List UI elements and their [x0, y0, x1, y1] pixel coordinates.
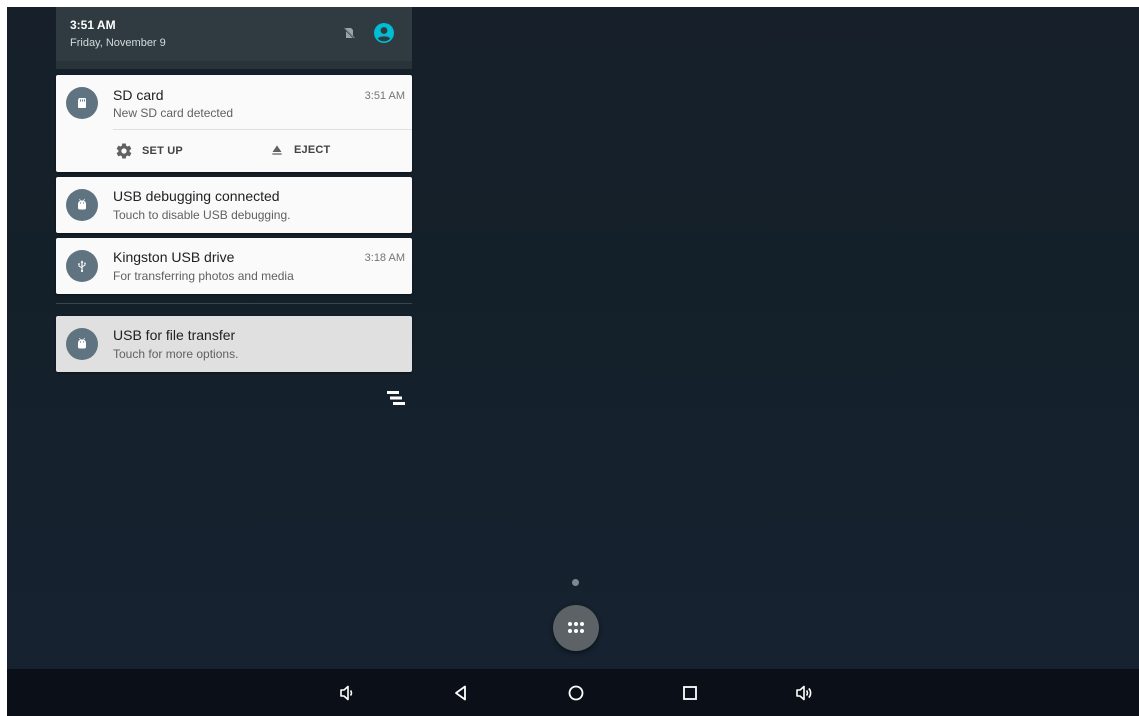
volume-up-icon[interactable] [792, 681, 816, 705]
notification-text: For transferring photos and media [113, 269, 294, 283]
gear-icon [116, 143, 132, 159]
header-date: Friday, November 9 [70, 37, 166, 49]
header-time: 3:51 AM [70, 18, 116, 32]
notification-title: USB for file transfer [113, 327, 236, 343]
notification-kingston-usb[interactable]: Kingston USB drive For transferring phot… [56, 238, 412, 294]
usb-icon [66, 250, 98, 282]
sd-card-icon [66, 87, 98, 119]
notification-title: SD card [113, 87, 164, 103]
setup-button[interactable]: SET UP [115, 142, 183, 160]
shade-section-divider [56, 303, 412, 304]
home-icon[interactable] [564, 681, 588, 705]
notification-usb-file-transfer[interactable]: USB for file transfer Touch for more opt… [56, 316, 412, 372]
notification-divider [113, 129, 412, 130]
no-sim-icon [343, 27, 355, 39]
all-apps-button[interactable] [553, 605, 599, 651]
notification-text: Touch for more options. [113, 347, 239, 361]
notification-title: Kingston USB drive [113, 249, 235, 265]
eject-icon [272, 145, 282, 155]
clear-all-icon[interactable] [385, 388, 407, 408]
notification-usb-debugging[interactable]: USB debugging connected Touch to disable… [56, 177, 412, 233]
notification-time: 3:51 AM [364, 90, 405, 102]
eject-button[interactable]: EJECT [269, 142, 330, 158]
recents-icon[interactable] [678, 681, 702, 705]
notification-sd-card[interactable]: SD card New SD card detected 3:51 AM SET… [56, 75, 412, 172]
notification-time: 3:18 AM [364, 252, 405, 264]
android-icon [66, 189, 98, 221]
back-icon[interactable] [449, 681, 473, 705]
notification-text: New SD card detected [113, 106, 234, 120]
shade-header-divider [56, 61, 412, 69]
notification-title: USB debugging connected [113, 188, 280, 204]
setup-label: SET UP [142, 145, 183, 157]
shade-header: 3:51 AM Friday, November 9 [56, 7, 412, 61]
volume-down-icon[interactable] [335, 681, 359, 705]
page-indicator [572, 579, 579, 586]
account-icon[interactable] [373, 22, 395, 44]
notification-text: Touch to disable USB debugging. [113, 208, 291, 222]
android-screen: 3:51 AM Friday, November 9 SD card New S… [7, 7, 1139, 716]
navigation-bar [7, 669, 1139, 716]
eject-label: EJECT [294, 144, 331, 156]
android-icon [66, 328, 98, 360]
apps-grid-icon [568, 622, 584, 633]
